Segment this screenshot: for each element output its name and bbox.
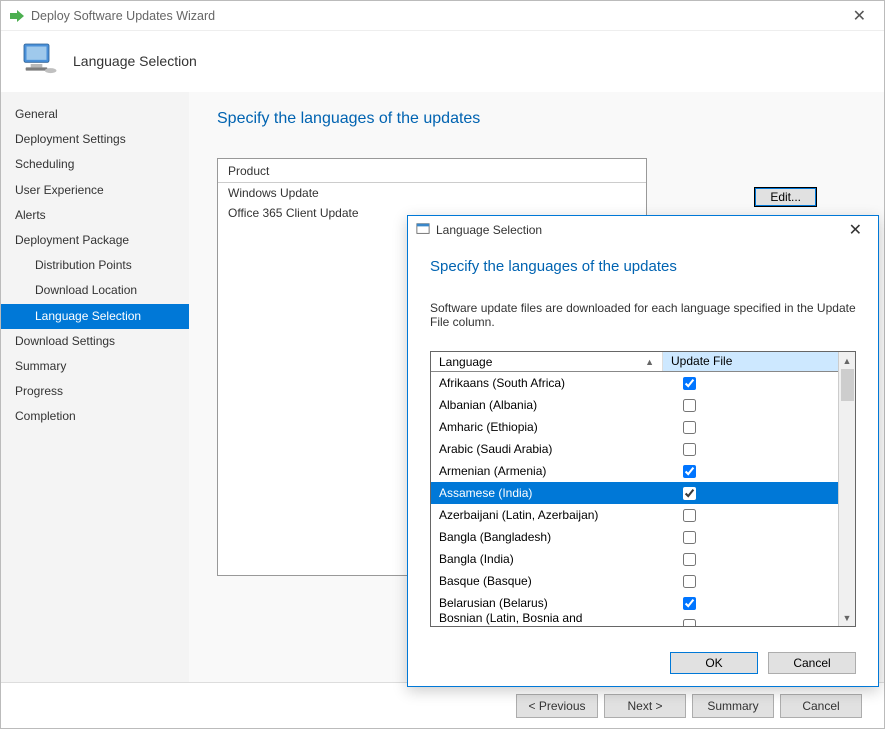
sidebar-item-download-location[interactable]: Download Location: [1, 278, 189, 303]
language-row[interactable]: Bangla (India): [431, 548, 838, 570]
language-selection-dialog: Language Selection ✕ Specify the languag…: [407, 215, 879, 687]
update-file-cell: [663, 506, 838, 525]
dialog-icon: [416, 222, 430, 239]
language-cell: Arabic (Saudi Arabia): [431, 442, 663, 456]
sidebar-item-download-settings[interactable]: Download Settings: [1, 329, 189, 354]
page-header: Language Selection: [1, 31, 884, 92]
previous-button[interactable]: < Previous: [516, 694, 598, 718]
dialog-body: Specify the languages of the updates Sof…: [408, 244, 878, 640]
computer-icon: [19, 39, 59, 82]
language-row[interactable]: Arabic (Saudi Arabia): [431, 438, 838, 460]
language-row[interactable]: Afrikaans (South Africa): [431, 372, 838, 394]
sort-asc-icon: ▲: [645, 357, 654, 367]
language-cell: Azerbaijani (Latin, Azerbaijan): [431, 508, 663, 522]
language-row[interactable]: Armenian (Armenia): [431, 460, 838, 482]
update-file-cell: [663, 550, 838, 569]
titlebar: Deploy Software Updates Wizard ✕: [1, 1, 884, 31]
window-title: Deploy Software Updates Wizard: [31, 9, 215, 23]
sidebar-item-general[interactable]: General: [1, 102, 189, 127]
dialog-titlebar: Language Selection ✕: [408, 216, 878, 244]
ok-button[interactable]: OK: [670, 652, 758, 674]
language-row[interactable]: Basque (Basque): [431, 570, 838, 592]
update-file-checkbox[interactable]: [683, 421, 696, 434]
language-column-label: Language: [439, 355, 492, 369]
sidebar-item-scheduling[interactable]: Scheduling: [1, 152, 189, 177]
sidebar-item-deployment-package[interactable]: Deployment Package: [1, 228, 189, 253]
update-file-cell: [663, 374, 838, 393]
language-cell: Assamese (India): [431, 486, 663, 500]
language-cell: Armenian (Armenia): [431, 464, 663, 478]
sidebar-item-distribution-points[interactable]: Distribution Points: [1, 253, 189, 278]
dialog-heading: Specify the languages of the updates: [430, 258, 856, 275]
language-cell: Belarusian (Belarus): [431, 596, 663, 610]
update-file-cell: [663, 462, 838, 481]
update-file-cell: [663, 396, 838, 415]
update-file-cell: [663, 440, 838, 459]
sidebar-item-deployment-settings[interactable]: Deployment Settings: [1, 127, 189, 152]
dialog-footer: OK Cancel: [408, 640, 878, 686]
scroll-up-icon[interactable]: ▲: [839, 352, 855, 369]
sidebar-item-alerts[interactable]: Alerts: [1, 203, 189, 228]
wizard-footer: < Previous Next > Summary Cancel: [1, 682, 884, 728]
sidebar-item-user-experience[interactable]: User Experience: [1, 178, 189, 203]
product-row[interactable]: Windows Update: [218, 183, 646, 203]
language-cell: Albanian (Albania): [431, 398, 663, 412]
language-cell: Basque (Basque): [431, 574, 663, 588]
language-row[interactable]: Bangla (Bangladesh): [431, 526, 838, 548]
close-icon[interactable]: ✕: [843, 2, 876, 30]
language-cell: Bosnian (Latin, Bosnia and Herzegovina): [431, 611, 663, 626]
wizard-window: Deploy Software Updates Wizard ✕ Languag…: [0, 0, 885, 729]
language-row[interactable]: Azerbaijani (Latin, Azerbaijan): [431, 504, 838, 526]
language-cell: Afrikaans (South Africa): [431, 376, 663, 390]
dialog-instruction: Software update files are downloaded for…: [430, 301, 856, 329]
language-row[interactable]: Bosnian (Latin, Bosnia and Herzegovina): [431, 614, 838, 626]
update-file-cell: [663, 594, 838, 613]
summary-button[interactable]: Summary: [692, 694, 774, 718]
page-title: Language Selection: [73, 53, 197, 69]
scroll-down-icon[interactable]: ▼: [839, 609, 855, 626]
dialog-cancel-button[interactable]: Cancel: [768, 652, 856, 674]
scroll-thumb[interactable]: [841, 369, 854, 401]
sidebar-item-language-selection[interactable]: Language Selection: [1, 304, 189, 329]
update-file-checkbox[interactable]: [683, 465, 696, 478]
edit-button[interactable]: Edit...: [755, 188, 816, 206]
wizard-sidebar: GeneralDeployment SettingsSchedulingUser…: [1, 92, 189, 682]
sidebar-item-progress[interactable]: Progress: [1, 379, 189, 404]
language-cell: Amharic (Ethiopia): [431, 420, 663, 434]
dialog-close-icon[interactable]: ✕: [841, 218, 870, 242]
update-file-checkbox[interactable]: [683, 531, 696, 544]
update-file-checkbox[interactable]: [683, 487, 696, 500]
table-header: Language ▲ Update File: [431, 352, 838, 372]
update-file-checkbox[interactable]: [683, 377, 696, 390]
update-file-checkbox[interactable]: [683, 597, 696, 610]
cancel-button[interactable]: Cancel: [780, 694, 862, 718]
update-file-cell: [663, 418, 838, 437]
update-file-checkbox[interactable]: [683, 553, 696, 566]
update-file-checkbox[interactable]: [683, 619, 696, 627]
sidebar-item-summary[interactable]: Summary: [1, 354, 189, 379]
next-button[interactable]: Next >: [604, 694, 686, 718]
update-file-checkbox[interactable]: [683, 443, 696, 456]
language-row[interactable]: Assamese (India): [431, 482, 838, 504]
update-file-cell: [663, 572, 838, 591]
language-table: Language ▲ Update File Afrikaans (South …: [430, 351, 856, 627]
language-column-header[interactable]: Language ▲: [431, 352, 663, 371]
language-cell: Bangla (India): [431, 552, 663, 566]
update-file-checkbox[interactable]: [683, 509, 696, 522]
product-column-header: Product: [218, 159, 646, 183]
update-file-column-header[interactable]: Update File: [663, 352, 838, 371]
update-file-cell: [663, 616, 838, 627]
update-file-cell: [663, 528, 838, 547]
language-row[interactable]: Amharic (Ethiopia): [431, 416, 838, 438]
language-row[interactable]: Albanian (Albania): [431, 394, 838, 416]
language-cell: Bangla (Bangladesh): [431, 530, 663, 544]
update-file-cell: [663, 484, 838, 503]
wizard-arrow-icon: [9, 8, 25, 24]
update-file-checkbox[interactable]: [683, 575, 696, 588]
update-file-checkbox[interactable]: [683, 399, 696, 412]
vertical-scrollbar[interactable]: ▲ ▼: [838, 352, 855, 626]
sidebar-item-completion[interactable]: Completion: [1, 404, 189, 429]
dialog-title: Language Selection: [436, 223, 542, 237]
main-heading: Specify the languages of the updates: [217, 110, 856, 128]
